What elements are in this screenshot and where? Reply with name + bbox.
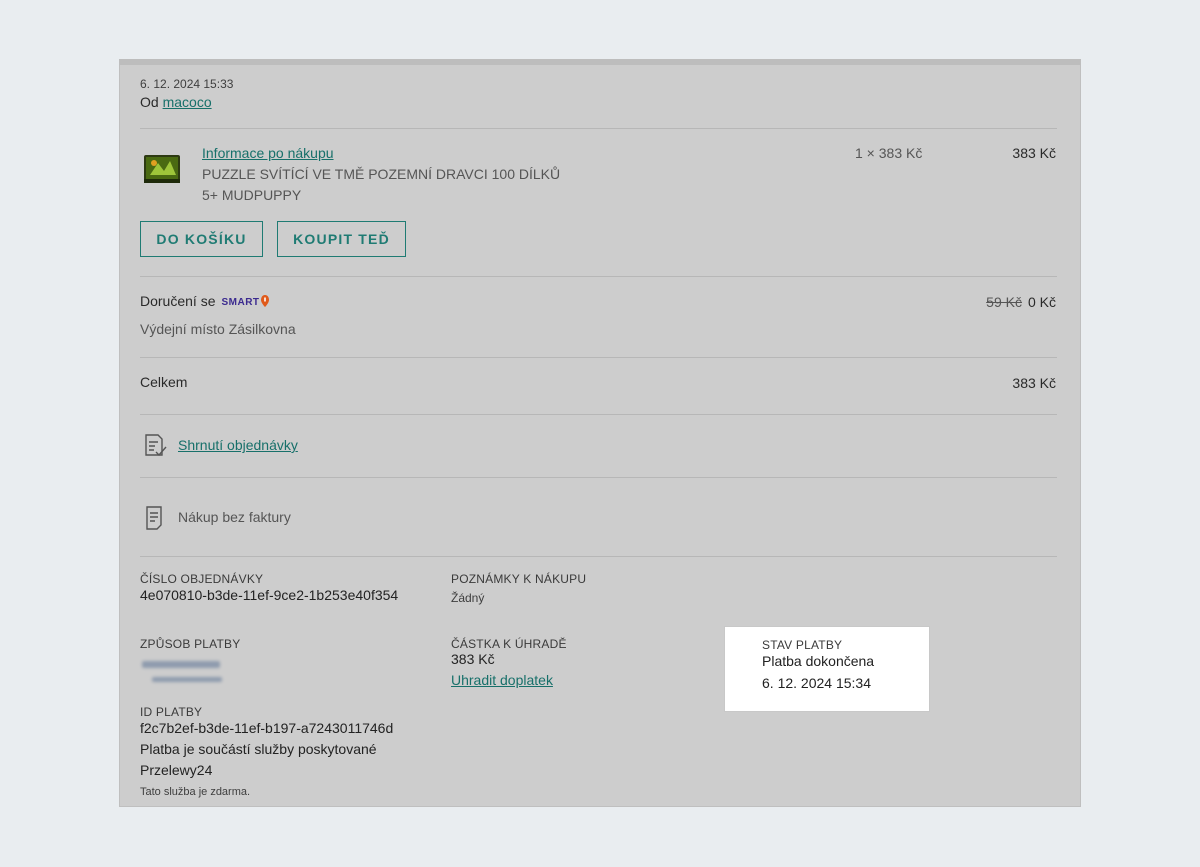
total-value: 383 Kč [1012, 375, 1056, 391]
amount-label: ČÁSTKA K ÚHRADĚ [451, 637, 567, 651]
notes-value: Žádný [451, 591, 485, 605]
buy-now-button[interactable]: KOUPIT TEĎ [277, 221, 406, 257]
seller-link[interactable]: macoco [163, 94, 212, 110]
divider [140, 276, 1057, 277]
product-thumbnail[interactable] [140, 149, 184, 189]
order-number-label: ČÍSLO OBJEDNÁVKY [140, 572, 264, 586]
order-panel: 6. 12. 2024 15:33 Od macoco Informace po… [119, 59, 1081, 807]
divider [140, 556, 1057, 557]
payment-status: Platba dokončena [762, 653, 875, 669]
payment-method-logo [140, 657, 228, 689]
payment-id-label: ID PLATBY [140, 705, 203, 719]
checklist-icon [142, 433, 168, 459]
smart-icon [260, 294, 269, 307]
smart-badge: SMART [221, 294, 269, 308]
no-invoice-text: Nákup bez faktury [178, 509, 291, 525]
delivery-label: Doručení se [140, 293, 216, 309]
payment-method-label: ZPŮSOB PLATBY [140, 637, 241, 651]
payment-status-label: STAV PLATBY [762, 638, 843, 652]
total-label: Celkem [140, 374, 188, 390]
notes-label: POZNÁMKY K NÁKUPU [451, 572, 587, 586]
payment-id: f2c7b2ef-b3de-11ef-b197-a7243011746d [140, 720, 394, 736]
divider [140, 414, 1057, 415]
delivery-price: 59 Kč 0 Kč [986, 294, 1056, 310]
add-to-cart-button[interactable]: DO KOŠÍKU [140, 221, 263, 257]
item-qty-price: 1 × 383 Kč [855, 145, 923, 161]
item-info-link[interactable]: Informace po nákupu [202, 145, 334, 161]
seller-line: Od macoco [140, 94, 212, 110]
service-note-line1: Platba je součástí služby poskytované [140, 741, 377, 757]
order-summary-link[interactable]: Shrnutí objednávky [178, 437, 298, 453]
pay-extra-link[interactable]: Uhradit doplatek [451, 672, 553, 688]
document-icon [144, 505, 166, 531]
delivery-line: Doručení se SMART [140, 293, 269, 309]
service-note-line2: Przelewy24 [140, 762, 213, 778]
pickup-place: Výdejní místo Zásilkovna [140, 321, 296, 337]
item-total: 383 Kč [1012, 145, 1056, 161]
amount-value: 383 Kč [451, 651, 495, 667]
divider [140, 128, 1057, 129]
divider [140, 357, 1057, 358]
delivery-old-price: 59 Kč [986, 294, 1022, 310]
divider [140, 477, 1057, 478]
product-name: PUZZLE SVÍTÍCÍ VE TMĚ POZEMNÍ DRAVCI 100… [202, 166, 561, 182]
order-number: 4e070810-b3de-11ef-9ce2-1b253e40f354 [140, 587, 399, 603]
free-service-note: Tato služba je zdarma. [140, 786, 251, 798]
payment-status-date: 6. 12. 2024 15:34 [762, 675, 871, 691]
payment-status-box: STAV PLATBY Platba dokončena 6. 12. 2024… [724, 626, 930, 712]
seller-prefix: Od [140, 94, 159, 110]
delivery-new-price: 0 Kč [1027, 294, 1056, 310]
order-date: 6. 12. 2024 15:33 [140, 77, 234, 91]
smart-badge-text: SMART [221, 296, 260, 308]
product-variant: 5+ MUDPUPPY [202, 187, 302, 203]
